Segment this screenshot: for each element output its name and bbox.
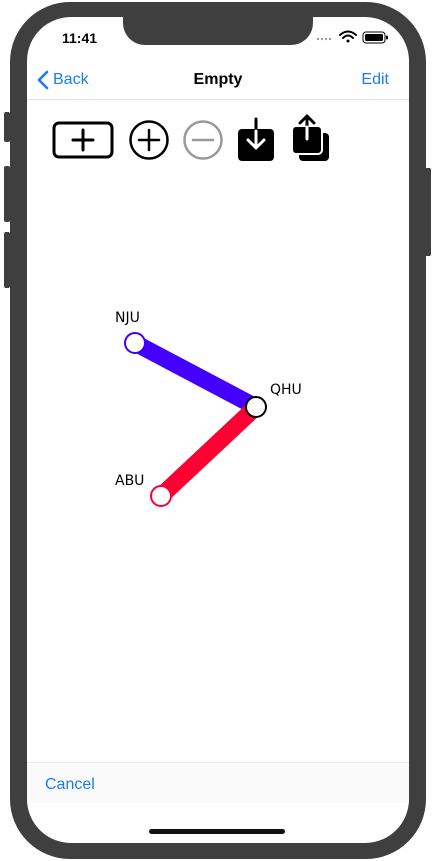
node-abu[interactable] [150, 485, 172, 507]
battery-icon [362, 31, 388, 44]
home-indicator[interactable] [149, 829, 285, 834]
edit-button[interactable]: Edit [361, 71, 389, 89]
page-title: Empty [193, 71, 243, 88]
zoom-out-icon[interactable] [182, 119, 224, 161]
node-qhu[interactable] [245, 396, 267, 418]
navigation-bar: Back Empty Edit [27, 61, 409, 100]
status-time: 11:41 [62, 30, 98, 46]
node-label-abu: ABU [115, 473, 144, 489]
zoom-in-icon[interactable] [128, 119, 170, 161]
volume-down-button [4, 232, 10, 288]
toolbar [51, 114, 351, 167]
download-icon[interactable] [236, 117, 276, 163]
edge-nju-qhu[interactable] [131, 335, 260, 415]
power-button [425, 168, 431, 256]
cancel-button[interactable]: Cancel [45, 776, 95, 794]
add-box-icon[interactable] [52, 120, 114, 160]
node-label-nju: NJU [115, 310, 140, 326]
screen: 11:41 Back Empty Edit NJU QHU ABU Cancel [27, 17, 409, 843]
mute-switch [4, 112, 10, 142]
status-indicators [316, 30, 388, 44]
node-label-qhu: QHU [270, 382, 302, 398]
share-icon[interactable] [289, 113, 333, 163]
graph-canvas[interactable]: NJU QHU ABU [27, 167, 409, 762]
graph-svg: NJU QHU ABU [115, 310, 302, 507]
volume-up-button [4, 166, 10, 222]
wifi-icon [339, 30, 357, 43]
notch [123, 17, 313, 45]
edge-qhu-abu[interactable] [155, 400, 262, 503]
cellular-signal-icon [316, 37, 332, 41]
node-nju[interactable] [124, 332, 146, 354]
bottom-toolbar: Cancel [27, 762, 409, 803]
